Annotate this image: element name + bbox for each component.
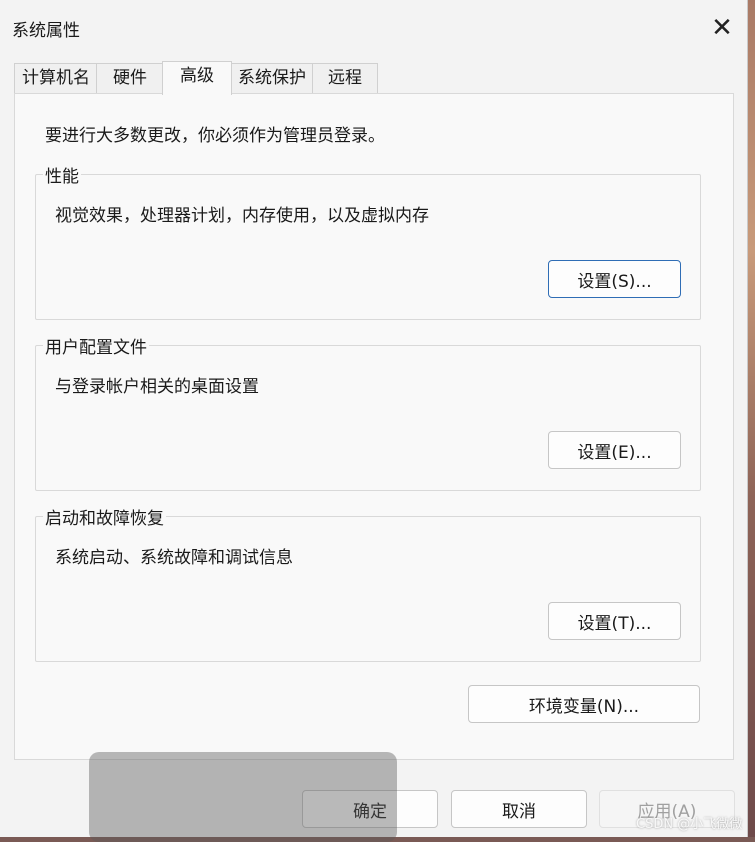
startup-recovery-group: 启动和故障恢复 系统启动、系统故障和调试信息 设置(T)...	[35, 504, 701, 662]
window-title: 系统属性	[12, 21, 80, 41]
close-button[interactable]: ✕	[700, 8, 744, 48]
advanced-tab-panel: 要进行大多数更改，你必须作为管理员登录。 性能 视觉效果，处理器计划，内存使用，…	[14, 93, 734, 760]
tab-computer-name[interactable]: 计算机名	[14, 63, 98, 93]
user-profiles-label: 用户配置文件	[43, 333, 149, 358]
startup-recovery-description: 系统启动、系统故障和调试信息	[55, 548, 293, 568]
translucent-overlay	[89, 752, 397, 842]
performance-label: 性能	[43, 162, 81, 187]
environment-variables-button[interactable]: 环境变量(N)...	[468, 685, 700, 723]
startup-recovery-label: 启动和故障恢复	[43, 504, 166, 529]
user-profiles-settings-button[interactable]: 设置(E)...	[548, 431, 681, 469]
startup-recovery-settings-button[interactable]: 设置(T)...	[548, 602, 681, 640]
tab-system-protection[interactable]: 系统保护	[230, 63, 314, 93]
cancel-button[interactable]: 取消	[451, 790, 587, 828]
user-profiles-group: 用户配置文件 与登录帐户相关的桌面设置 设置(E)...	[35, 333, 701, 491]
tab-remote[interactable]: 远程	[312, 63, 378, 93]
tab-advanced[interactable]: 高级	[162, 61, 232, 95]
performance-settings-button[interactable]: 设置(S)...	[548, 260, 681, 298]
system-properties-dialog: 系统属性 ✕ 计算机名 硬件 高级 系统保护 远程 要进行大多数更改，你必须作为…	[0, 0, 748, 837]
performance-group: 性能 视觉效果，处理器计划，内存使用，以及虚拟内存 设置(S)...	[35, 162, 701, 320]
watermark: CSDN @小飞微微	[636, 817, 743, 832]
tab-hardware[interactable]: 硬件	[96, 63, 164, 93]
admin-notice: 要进行大多数更改，你必须作为管理员登录。	[45, 126, 385, 146]
close-icon: ✕	[711, 13, 733, 43]
user-profiles-description: 与登录帐户相关的桌面设置	[55, 377, 259, 397]
desktop-background-right	[747, 0, 755, 837]
title-bar: 系统属性 ✕	[0, 0, 747, 56]
performance-description: 视觉效果，处理器计划，内存使用，以及虚拟内存	[55, 206, 429, 226]
